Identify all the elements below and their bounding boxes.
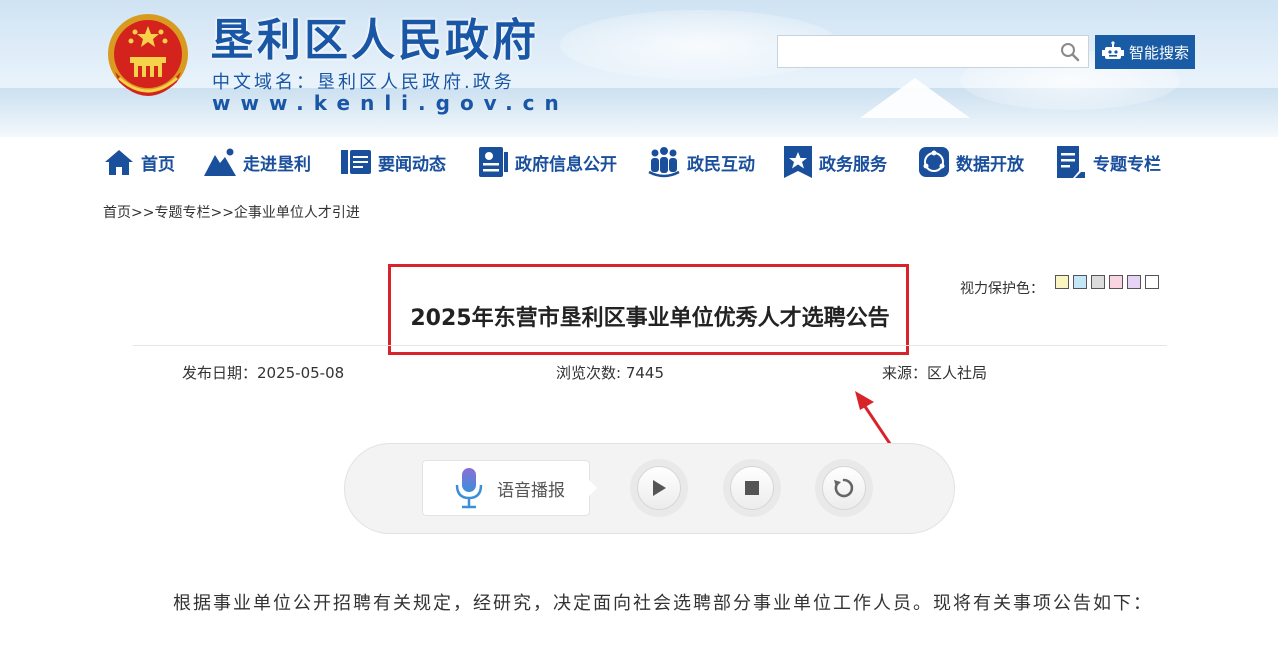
title-divider <box>133 345 1167 346</box>
play-button[interactable] <box>630 459 688 517</box>
replay-button[interactable] <box>815 459 873 517</box>
color-swatch-pink[interactable] <box>1109 275 1123 289</box>
color-swatch-blue[interactable] <box>1073 275 1087 289</box>
stop-icon <box>745 481 759 495</box>
mountain-icon <box>204 148 236 176</box>
color-swatch-white[interactable] <box>1145 275 1159 289</box>
nav-item-news[interactable]: 要闻动态 <box>340 137 446 187</box>
domain-url: www.kenli.gov.cn <box>212 91 569 115</box>
document-icon <box>479 147 508 177</box>
voice-button-pointer <box>589 480 597 496</box>
star-badge-icon <box>784 146 812 178</box>
ai-search-button[interactable]: 智能搜索 <box>1095 35 1195 69</box>
replay-icon <box>834 478 854 498</box>
data-icon <box>919 147 949 177</box>
nav-item-interaction[interactable]: 政民互动 <box>647 137 755 187</box>
color-swatch-yellow[interactable] <box>1055 275 1069 289</box>
article-source: 来源：区人社局 <box>882 364 988 382</box>
stop-button-face <box>730 466 774 510</box>
search-icon[interactable] <box>1060 42 1080 62</box>
file-icon <box>1057 146 1085 178</box>
vision-color-label: 视力保护色： <box>960 281 1044 297</box>
nav-item-home[interactable]: 首页 <box>103 137 175 187</box>
annotation-highlight-box <box>388 264 909 355</box>
voice-broadcast-label: 语音播报 <box>497 480 565 501</box>
voice-broadcast-button[interactable]: 语音播报 <box>422 460 590 516</box>
replay-button-face <box>822 466 866 510</box>
home-icon <box>105 150 133 175</box>
nav-item-label: 政务服务 <box>819 154 887 175</box>
nav-item-label: 首页 <box>141 154 175 175</box>
header-tent-graphic <box>860 78 970 118</box>
people-icon <box>648 147 680 178</box>
site-title: 垦利区人民政府 <box>210 15 539 66</box>
vision-color-swatches <box>1055 275 1159 289</box>
nav-item-label: 专题专栏 <box>1093 154 1161 175</box>
news-icon <box>341 150 371 174</box>
search-input[interactable] <box>786 41 1050 65</box>
nav-item-gov-info[interactable]: 政府信息公开 <box>477 137 617 187</box>
ai-search-label: 智能搜索 <box>1128 43 1189 62</box>
color-swatch-purple[interactable] <box>1127 275 1141 289</box>
nav-item-label: 要闻动态 <box>378 154 446 175</box>
nav-item-label: 政民互动 <box>687 154 755 175</box>
national-emblem-icon <box>108 14 188 96</box>
play-icon <box>653 480 666 496</box>
robot-icon <box>1101 41 1124 59</box>
search-box <box>777 35 1089 68</box>
breadcrumb[interactable]: 首页>>专题专栏>>企事业单位人才引进 <box>103 202 360 222</box>
color-swatch-gray[interactable] <box>1091 275 1105 289</box>
stop-button[interactable] <box>723 459 781 517</box>
nav-item-label: 政府信息公开 <box>515 154 617 175</box>
main-navigation: 首页 走进垦利 要闻动态 政府信息公开 政民互动 政务服务 数据开放 专题专栏 <box>0 137 1278 187</box>
play-button-face <box>637 466 681 510</box>
nav-item-label: 数据开放 <box>956 154 1024 175</box>
nav-item-label: 走进垦利 <box>243 154 311 175</box>
nav-item-special-topics[interactable]: 专题专栏 <box>1055 137 1161 187</box>
site-header: 垦利区人民政府 中文域名：垦利区人民政府.政务 www.kenli.gov.cn… <box>0 0 1278 137</box>
article-body-paragraph: 根据事业单位公开招聘有关规定，经研究，决定面向社会选聘部分事业单位工作人员。现将… <box>173 593 1153 614</box>
publish-date: 发布日期：2025-05-08 <box>182 364 345 382</box>
nav-item-about[interactable]: 走进垦利 <box>203 137 311 187</box>
nav-item-open-data[interactable]: 数据开放 <box>918 137 1024 187</box>
microphone-icon <box>455 468 483 509</box>
view-count: 浏览次数: 7445 <box>556 364 664 382</box>
nav-item-services[interactable]: 政务服务 <box>783 137 887 187</box>
